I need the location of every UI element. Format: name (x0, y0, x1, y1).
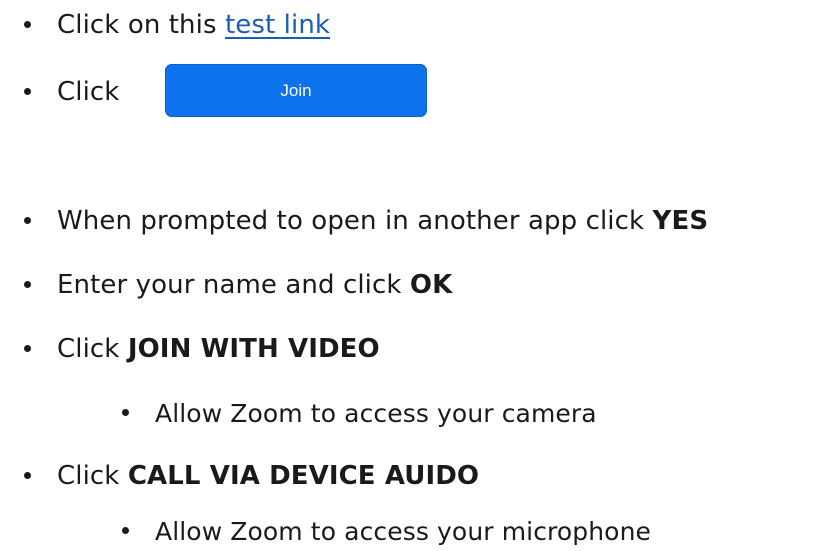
step-4: Enter your name and click OK (57, 265, 452, 305)
step-4-text: Enter your name and click (57, 270, 410, 300)
step-1-text: Click on this (57, 10, 225, 40)
step-6-substep: Allow Zoom to access your microphone (155, 511, 651, 551)
step-5-substep: Allow Zoom to access your camera (155, 393, 597, 433)
step-6-bold: CALL VIA DEVICE AUIDO (127, 461, 480, 491)
step-4-bold: OK (409, 270, 453, 300)
bullet-icon (24, 281, 31, 288)
step-5-substep-text: Allow Zoom to access your camera (155, 398, 597, 428)
step-5-text: Click (57, 334, 128, 364)
step-6: Click CALL VIA DEVICE AUIDO (57, 456, 479, 496)
step-2: Click (57, 72, 119, 112)
bullet-icon (24, 472, 31, 479)
bullet-icon (122, 527, 129, 534)
test-link[interactable]: test link (225, 10, 330, 40)
step-6-substep-text: Allow Zoom to access your microphone (155, 516, 651, 546)
step-6-text: Click (57, 461, 128, 491)
step-2-text: Click (57, 77, 120, 107)
step-5-bold: JOIN WITH VIDEO (127, 334, 380, 364)
bullet-icon (24, 345, 31, 352)
step-5: Click JOIN WITH VIDEO (57, 329, 380, 369)
bullet-icon (24, 88, 31, 95)
step-3-bold: YES (652, 206, 709, 236)
bullet-icon (24, 217, 31, 224)
bullet-icon (122, 409, 129, 416)
step-3: When prompted to open in another app cli… (57, 201, 708, 241)
step-1: Click on this test link (57, 5, 330, 45)
bullet-icon (24, 21, 31, 28)
join-button[interactable]: Join (165, 64, 427, 117)
join-button-label: Join (280, 80, 312, 100)
step-3-text: When prompted to open in another app cli… (57, 206, 653, 236)
